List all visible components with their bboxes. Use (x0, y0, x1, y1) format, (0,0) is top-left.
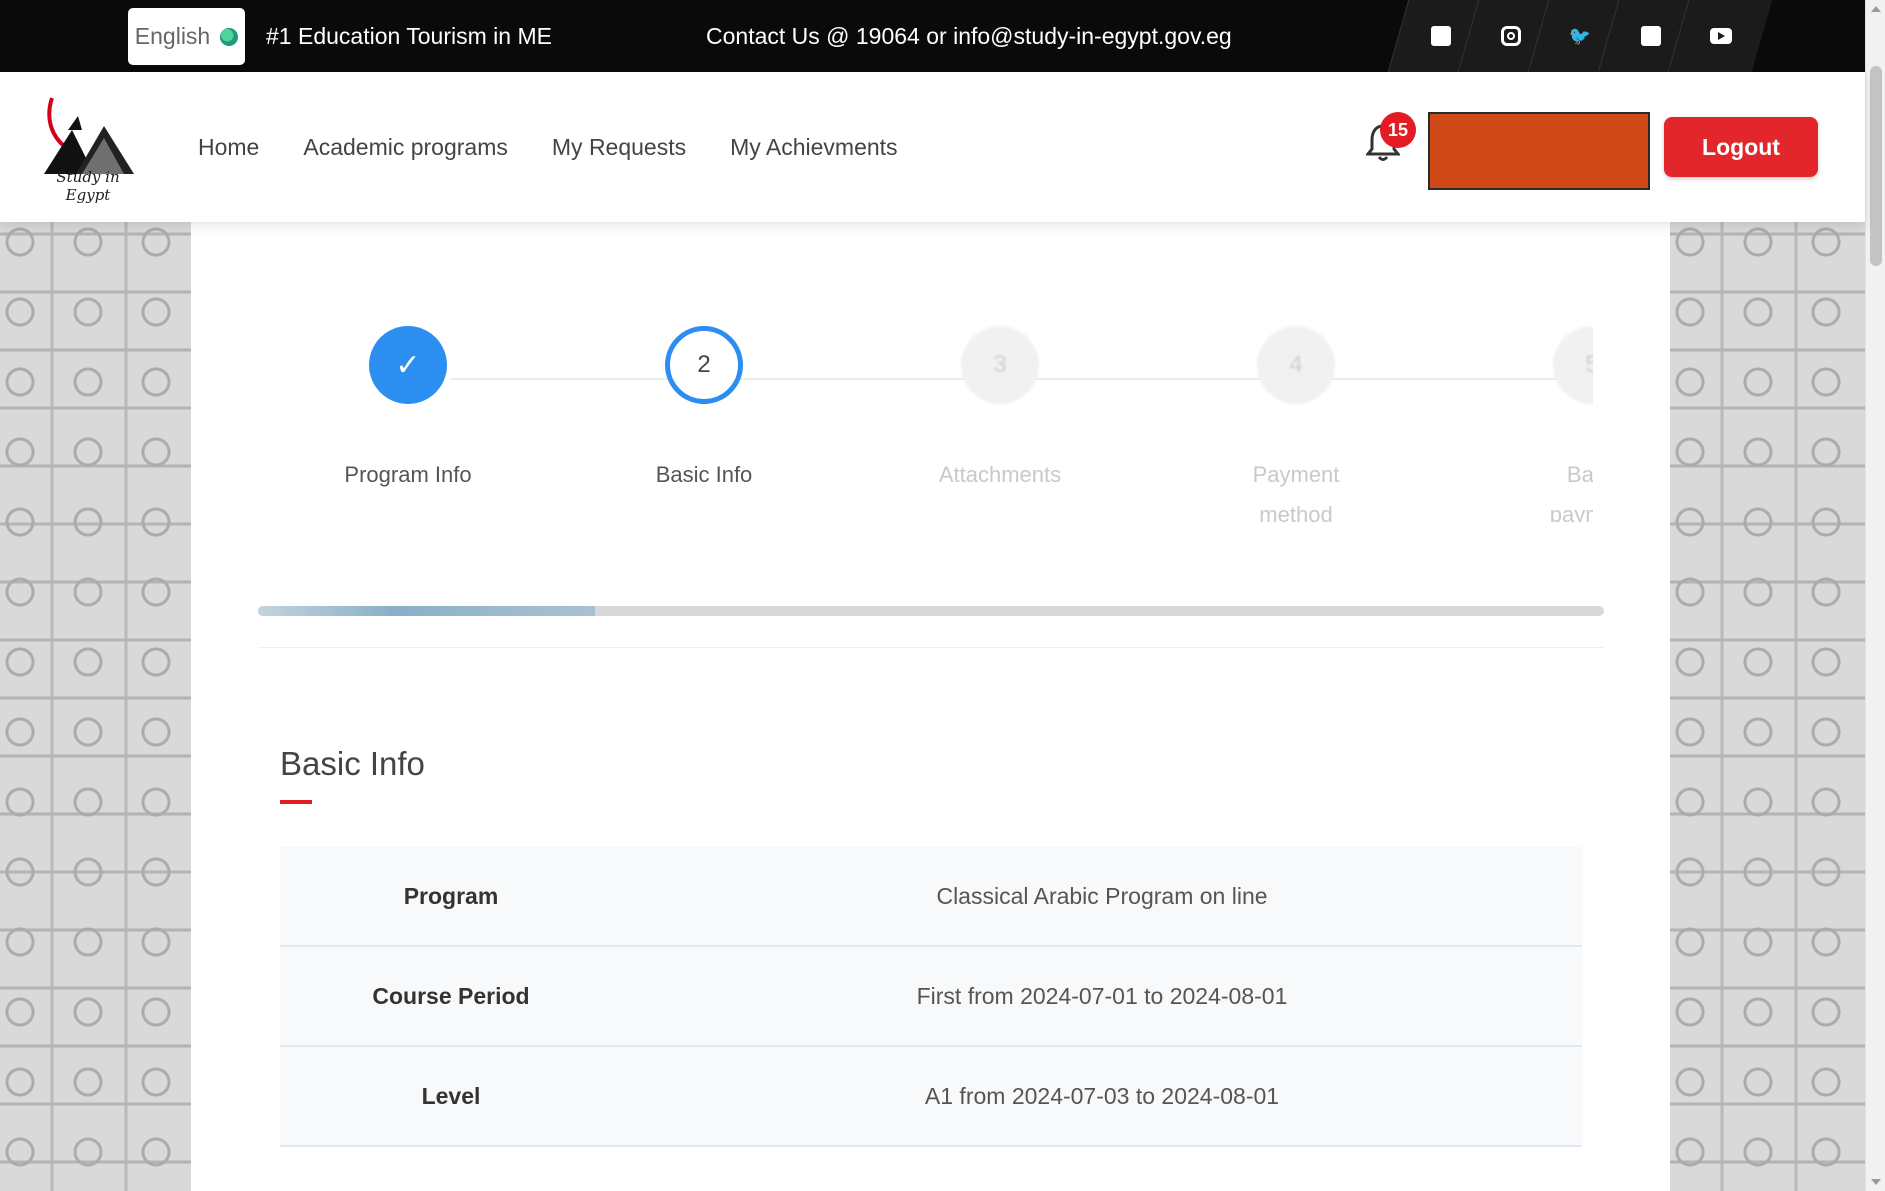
nav-my-requests[interactable]: My Requests (552, 134, 686, 161)
language-selector[interactable]: English (128, 8, 245, 65)
left-pattern-background (0, 222, 191, 1191)
nav-my-achievements[interactable]: My Achievments (730, 134, 897, 161)
row-value: Classical Arabic Program on line (936, 882, 1268, 909)
globe-icon (220, 27, 239, 46)
step-number: 4 (1257, 326, 1335, 404)
main-nav: Home Academic programs My Requests My Ac… (198, 72, 898, 222)
row-label: Level (421, 1082, 481, 1109)
step-label: Program Info (344, 462, 472, 487)
nav-academic-programs[interactable]: Academic programs (303, 134, 508, 161)
step-label: Payment method (1252, 462, 1340, 522)
logo-text: Study in Egypt (56, 168, 120, 204)
right-pattern-background (1670, 222, 1865, 1191)
linkedin-icon: in (1640, 25, 1661, 46)
user-profile-box[interactable] (1428, 112, 1650, 190)
row-value: First from 2024-07-01 to 2024-08-01 (916, 982, 1288, 1009)
basic-info-table: Program Classical Arabic Program on line… (280, 847, 1582, 1147)
table-row: Course Period First from 2024-07-01 to 2… (280, 947, 1582, 1047)
section-title: Basic Info (280, 745, 425, 782)
row-value: A1 from 2024-07-03 to 2024-08-01 (924, 1082, 1280, 1109)
twitter-icon: 🐦 (1569, 25, 1592, 46)
section-divider (258, 647, 1604, 648)
nav-home[interactable]: Home (198, 134, 259, 161)
application-stepper: ✓ Program Info 2 Basic Info 3 Attachment… (271, 222, 1593, 522)
table-row: Level A1 from 2024-07-03 to 2024-08-01 (280, 1047, 1582, 1147)
row-label: Course Period (372, 982, 530, 1009)
scroll-thumb[interactable] (1870, 66, 1882, 266)
section-title-underline (280, 800, 312, 804)
step-number: 3 (961, 326, 1039, 404)
contact-info: Contact Us @ 19064 or info@study-in-egyp… (706, 23, 1232, 49)
top-bar: English #1 Education Tourism in ME Conta… (0, 0, 1865, 72)
step-label: Bank payment info (1549, 462, 1593, 522)
steps-progress-fill (258, 606, 595, 616)
page-scrollbar[interactable] (1865, 0, 1885, 1191)
logout-button[interactable]: Logout (1664, 117, 1818, 177)
main-header: Study in Egypt Home Academic programs My… (0, 72, 1865, 222)
tagline: #1 Education Tourism in ME (266, 23, 552, 49)
step-label: Basic Info (655, 462, 753, 487)
scroll-down-arrow-icon[interactable] (1871, 1179, 1881, 1185)
scroll-up-arrow-icon[interactable] (1871, 6, 1881, 12)
steps-progress-bar (258, 606, 1604, 616)
site-logo[interactable]: Study in Egypt (38, 86, 138, 208)
step-number: 5 (1553, 326, 1593, 404)
row-label: Program (403, 882, 499, 909)
step-label: Attachments (938, 462, 1062, 487)
table-row: Program Classical Arabic Program on line (280, 847, 1582, 947)
notification-badge: 15 (1380, 112, 1416, 148)
instagram-icon (1500, 26, 1521, 46)
checkmark-icon: ✓ (369, 326, 447, 404)
language-label: English (134, 23, 211, 49)
step-number: 2 (665, 326, 743, 404)
facebook-icon: f (1430, 26, 1451, 46)
youtube-icon (1709, 28, 1732, 44)
main-content: ✓ Program Info 2 Basic Info 3 Attachment… (191, 222, 1670, 1191)
